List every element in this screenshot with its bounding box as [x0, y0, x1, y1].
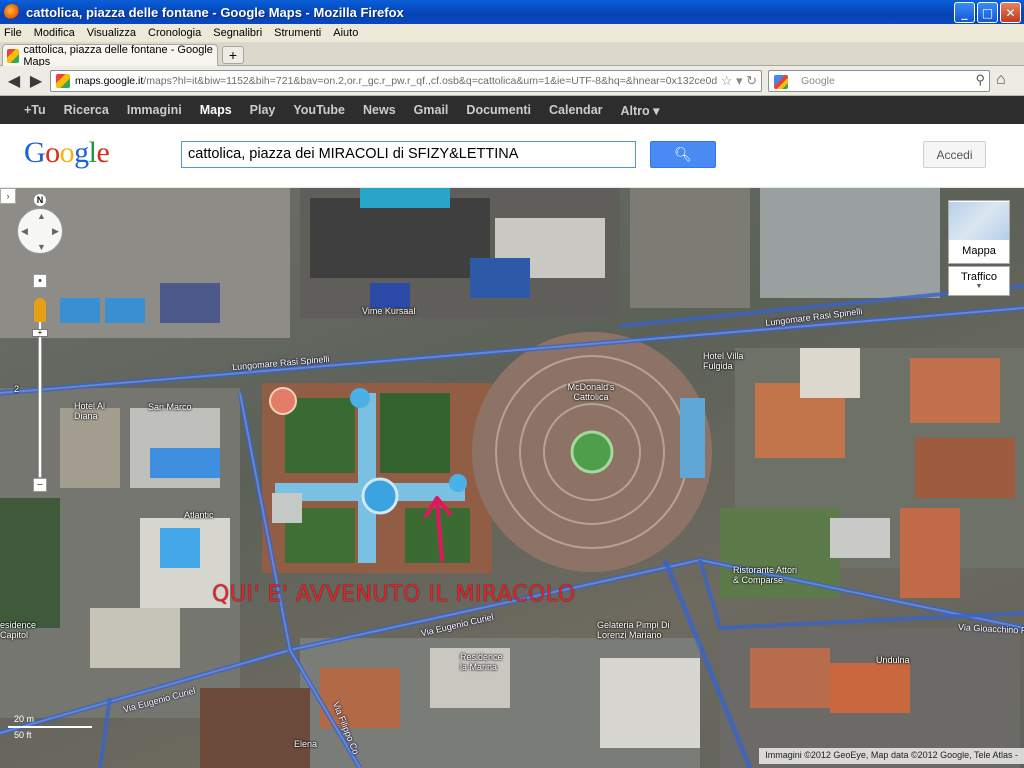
gbar-news[interactable]: News — [363, 103, 396, 117]
gbar-play[interactable]: Play — [250, 103, 276, 117]
label-hotel-al[interactable]: Hotel Al Diana — [74, 401, 114, 421]
miracle-annotation: QUI' E' AVVENUTO IL MIRACOLO — [212, 582, 576, 607]
scale-bar: 20 m 50 ft — [8, 714, 98, 742]
label-san-marco[interactable]: San Marco — [148, 402, 192, 412]
home-icon[interactable]: ⌂ — [996, 71, 1006, 89]
maximize-button[interactable]: □ — [977, 2, 998, 23]
url-path: /maps?hl=it&biw=1152&bih=721&bav=on.2,or… — [143, 75, 740, 87]
label-mcdonalds[interactable]: McDonald's Cattolica — [562, 382, 620, 402]
zoom-out-button[interactable]: − — [33, 478, 47, 492]
scale-feet: 50 ft — [14, 730, 32, 740]
menu-aiuto[interactable]: Aiuto — [333, 27, 358, 39]
url-host: maps.google.it — [75, 75, 144, 87]
browser-search-box[interactable]: Google ⚲ — [768, 70, 990, 92]
search-icon[interactable]: ⚲ — [975, 72, 985, 88]
menu-segnalibri[interactable]: Segnalibri — [213, 27, 262, 39]
label-residence-marina[interactable]: Residence la Marina — [460, 652, 510, 672]
maps-search-input[interactable]: cattolica, piazza dei MIRACOLI di SFIZY&… — [181, 141, 636, 168]
window-titlebar: cattolica, piazza delle fontane - Google… — [0, 0, 1024, 24]
scale-meters: 20 m — [14, 714, 35, 724]
gbar-altro[interactable]: Altro ▾ — [621, 103, 660, 118]
label-elena[interactable]: Elena — [294, 739, 317, 749]
search-button[interactable]: 🔍︎ — [650, 141, 716, 168]
firefox-icon — [4, 4, 20, 20]
panel-toggle-button[interactable]: › — [0, 188, 16, 204]
gbar-youtube[interactable]: YouTube — [293, 103, 345, 117]
site-identity-icon[interactable] — [56, 74, 70, 88]
gbar-plus-tu[interactable]: +Tu — [24, 103, 46, 117]
gbar-documenti[interactable]: Documenti — [466, 103, 531, 117]
close-button[interactable]: ✕ — [1000, 2, 1021, 23]
menu-bar: File Modifica Visualizza Cronologia Segn… — [0, 24, 1024, 42]
menu-strumenti[interactable]: Strumenti — [274, 27, 321, 39]
label-undulna[interactable]: Undulna — [876, 655, 910, 665]
pan-down-icon[interactable]: ▼ — [37, 242, 46, 252]
label-vime[interactable]: Vime Kursaal — [362, 306, 415, 316]
label-number: 2 — [14, 384, 20, 394]
pan-up-icon[interactable]: ▲ — [37, 211, 46, 221]
pan-control[interactable]: ▲ ▼ ◀ ▶ — [17, 208, 63, 254]
menu-cronologia[interactable]: Cronologia — [148, 27, 201, 39]
gbar-ricerca[interactable]: Ricerca — [64, 103, 109, 117]
google-logo[interactable]: Google — [24, 136, 110, 170]
tab-bar: cattolica, piazza delle fontane - Google… — [0, 42, 1024, 68]
zoom-in-button[interactable]: + — [32, 329, 48, 337]
search-engine-icon[interactable] — [774, 75, 788, 89]
tab-label: cattolica, piazza delle fontane - Google… — [23, 43, 213, 68]
pan-left-icon[interactable]: ◀ — [21, 226, 28, 237]
map-type-button[interactable]: Mappa — [948, 200, 1010, 264]
label-hotel-villa[interactable]: Hotel Villa Fulgida — [703, 351, 753, 371]
compass-icon[interactable]: N — [34, 194, 46, 206]
google-bar: +Tu Ricerca Immagini Maps Play YouTube N… — [0, 96, 1024, 124]
pan-right-icon[interactable]: ▶ — [52, 226, 59, 237]
sign-in-button[interactable]: Accedi — [923, 141, 986, 168]
navigation-bar: ◀ ▶ maps.google.it/maps?hl=it&biw=1152&b… — [0, 66, 1024, 96]
label-atlantic[interactable]: Atlantic — [184, 510, 214, 520]
pegman-icon[interactable] — [34, 298, 46, 322]
chevron-down-icon: ▼ — [975, 283, 983, 290]
google-header: Google cattolica, piazza dei MIRACOLI di… — [0, 124, 1024, 188]
label-residence-capitol[interactable]: esidence Capitol — [0, 620, 50, 640]
zoom-track[interactable] — [38, 298, 42, 478]
satellite-imagery — [0, 188, 1024, 768]
map-type-label: Mappa — [962, 245, 996, 257]
menu-modifica[interactable]: Modifica — [34, 27, 75, 39]
bookmark-star-icon[interactable]: ☆ ▾ ↻ — [716, 73, 757, 89]
gbar-gmail[interactable]: Gmail — [414, 103, 449, 117]
minimize-button[interactable]: _ — [954, 2, 975, 23]
label-gelateria[interactable]: Gelateria Pimpi Di Lorenzi Mariano — [597, 620, 677, 640]
back-arrow-icon[interactable]: ◀ — [4, 71, 24, 91]
map-thumbnail — [949, 202, 1009, 240]
map-canvas[interactable]: Vime Kursaal Lungomare Rasi Spinelli Lun… — [0, 188, 1024, 768]
traffic-button[interactable]: Traffico ▼ — [948, 266, 1010, 296]
search-placeholder: Google — [801, 75, 835, 87]
forward-arrow-icon[interactable]: ▶ — [26, 71, 46, 91]
menu-visualizza[interactable]: Visualizza — [87, 27, 136, 39]
window-controls: _ □ ✕ — [954, 2, 1021, 23]
traffic-label: Traffico — [960, 271, 998, 283]
url-bar[interactable]: maps.google.it/maps?hl=it&biw=1152&bih=7… — [50, 70, 762, 92]
menu-file[interactable]: File — [4, 27, 22, 39]
google-maps-favicon-icon — [7, 48, 20, 63]
label-ristorante[interactable]: Ristorante Attori & Comparse — [733, 565, 803, 585]
zoom-reset-icon[interactable]: • — [33, 274, 47, 288]
new-tab-button[interactable]: + — [222, 46, 244, 64]
gbar-maps[interactable]: Maps — [200, 103, 232, 117]
gbar-immagini[interactable]: Immagini — [127, 103, 182, 117]
scale-line — [8, 726, 92, 728]
browser-tab[interactable]: cattolica, piazza delle fontane - Google… — [2, 43, 218, 68]
map-copyright: Immagini ©2012 GeoEye, Map data ©2012 Go… — [759, 748, 1024, 764]
window-title: cattolica, piazza delle fontane - Google… — [26, 4, 404, 20]
gbar-calendar[interactable]: Calendar — [549, 103, 603, 117]
search-icon: 🔍︎ — [674, 146, 692, 162]
